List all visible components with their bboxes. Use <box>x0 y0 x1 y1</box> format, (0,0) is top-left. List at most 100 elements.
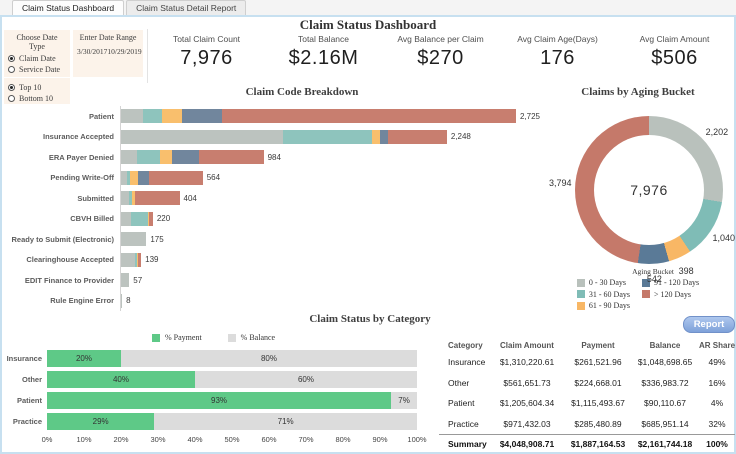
report-button[interactable]: Report <box>683 316 735 333</box>
claim-code-bar-zone: 57 <box>120 270 542 291</box>
claim-code-bar[interactable] <box>121 273 130 288</box>
claim-code-bar[interactable] <box>121 109 516 124</box>
category-bar[interactable]: 93% 7% <box>47 392 417 409</box>
category-bar[interactable]: 40% 60% <box>47 371 417 388</box>
bar-segment-0-30-days[interactable] <box>121 109 143 124</box>
radio-icon[interactable] <box>8 95 15 102</box>
top-bottom-filter: Top 10 Bottom 10 <box>4 78 70 104</box>
kpi-label: Total Balance <box>297 34 350 44</box>
claim-code-value: 984 <box>267 152 281 162</box>
bar-segment-61-90-days[interactable] <box>161 109 182 124</box>
bar-segment-0-30-days[interactable] <box>121 273 130 288</box>
bar-segment--balance[interactable]: 71% <box>154 413 417 430</box>
x-axis-tick: 20% <box>113 435 129 444</box>
radio-date-type-claim-date[interactable]: Claim Date <box>8 54 66 63</box>
bar-segment-0-30-days[interactable] <box>121 232 147 247</box>
table-cell-value: $1,310,220.61 <box>499 357 555 368</box>
table-cell-category: Summary <box>448 438 487 449</box>
bar-segment--120-days[interactable] <box>134 191 180 206</box>
radio-top-bottom-top-10[interactable]: Top 10 <box>8 83 66 92</box>
radio-icon[interactable] <box>8 66 15 73</box>
bar-segment-61-90-days[interactable] <box>372 129 381 144</box>
table-row[interactable]: Other $561,651.73 $224,668.01 $336,983.72 16… <box>439 373 735 394</box>
legend-item-0-30-days[interactable]: 0 - 30 Days <box>576 278 630 287</box>
donut-slice-value: 542 <box>646 273 662 284</box>
claim-code-label: EDIT Finance to Provider <box>24 275 114 285</box>
legend-item--payment[interactable]: % Payment <box>152 333 202 342</box>
radio-date-type-service-date[interactable]: Service Date <box>8 65 66 74</box>
claim-code-bar[interactable] <box>121 232 147 247</box>
table-row[interactable]: Insurance $1,310,220.61 $261,521.96 $1,048,… <box>439 352 735 373</box>
legend-item-61-90-days[interactable]: 61 - 90 Days <box>576 301 630 310</box>
bar-segment-0-30-days[interactable] <box>121 191 129 206</box>
claim-code-bar[interactable] <box>121 170 203 185</box>
bar-segment--120-days[interactable] <box>199 150 264 165</box>
bar-segment--120-days[interactable] <box>222 109 516 124</box>
bar-segment-31-60-days[interactable] <box>283 129 373 144</box>
bar-segment-0-30-days[interactable] <box>121 150 137 165</box>
bar-segment--120-days[interactable] <box>149 211 153 226</box>
tab-claim-status-dashboard[interactable]: Claim Status Dashboard <box>12 0 125 15</box>
radio-top-bottom-bottom-10[interactable]: Bottom 10 <box>8 94 66 103</box>
bar-segment-0-30-days[interactable] <box>121 211 132 226</box>
bar-segment--120-days[interactable] <box>148 170 203 185</box>
tab-claim-status-detail-report[interactable]: Claim Status Detail Report <box>126 0 247 15</box>
kpi-label: Total Claim Count <box>172 34 241 44</box>
bar-segment--120-days[interactable] <box>137 252 142 267</box>
bar-segment--120-days[interactable] <box>387 129 447 144</box>
legend-label: % Payment <box>165 333 202 342</box>
legend-item--120-days[interactable]: > 120 Days <box>642 290 699 299</box>
category-bar[interactable]: 29% 71% <box>47 413 417 430</box>
claim-code-bar[interactable] <box>121 211 153 226</box>
aging-bucket-donut[interactable]: 7,976 <box>575 116 723 264</box>
bar-segment--payment[interactable]: 93% <box>47 392 392 409</box>
radio-label: Claim Date <box>19 53 56 63</box>
bar-segment--payment[interactable]: 40% <box>47 371 195 388</box>
claim-code-bar[interactable] <box>121 191 180 206</box>
bar-segment-0-30-days[interactable] <box>121 293 123 308</box>
claim-code-bar[interactable] <box>121 150 264 165</box>
bar-segment-91-120-days[interactable] <box>380 129 388 144</box>
bar-segment-91-120-days[interactable] <box>181 109 223 124</box>
category-row: Practice 29% 71% <box>2 411 439 432</box>
radio-label: Bottom 10 <box>19 94 54 103</box>
radio-icon[interactable] <box>8 54 15 62</box>
claim-code-label: CBVH Billed <box>70 214 114 224</box>
table-cell-value: $2,161,744.18 <box>637 438 693 449</box>
claim-code-bar[interactable] <box>121 129 447 144</box>
date-range-end[interactable]: 10/29/2019 <box>107 47 141 56</box>
bar-segment-31-60-days[interactable] <box>142 109 162 124</box>
bar-segment-0-30-days[interactable] <box>121 252 135 267</box>
bar-segment--balance[interactable]: 60% <box>195 371 417 388</box>
category-bar[interactable]: 20% 80% <box>47 350 417 367</box>
bar-segment--payment[interactable]: 20% <box>47 350 121 367</box>
table-cell-value: $1,115,493.67 <box>571 398 625 409</box>
bar-segment--payment[interactable]: 29% <box>47 413 155 430</box>
donut-slice-value: 2,202 <box>705 127 729 138</box>
table-row[interactable]: Patient $1,205,604.34 $1,115,493.67 $90,110… <box>439 393 735 414</box>
radio-icon[interactable] <box>8 83 15 91</box>
aging-bucket-legend: Aging Bucket 0 - 30 Days 31 - 60 Days 61 -… <box>542 267 734 313</box>
claim-code-bar[interactable] <box>121 293 123 308</box>
kpi-label: Avg Balance per Claim <box>397 34 484 44</box>
bar-segment--balance[interactable]: 7% <box>391 392 417 409</box>
legend-item--balance[interactable]: % Balance <box>227 333 275 342</box>
table-cell-value: $336,983.72 <box>641 377 689 388</box>
claim-code-bar[interactable] <box>121 252 142 267</box>
bar-segment--balance[interactable]: 80% <box>121 350 417 367</box>
bar-segment-91-120-days[interactable] <box>171 150 200 165</box>
date-type-filter-label: Choose Date Type <box>16 33 58 51</box>
bar-segment-61-90-days[interactable] <box>130 170 139 185</box>
bar-segment-31-60-days[interactable] <box>131 211 148 226</box>
bar-segment-31-60-days[interactable] <box>136 150 161 165</box>
legend-item-31-60-days[interactable]: 31 - 60 Days <box>576 290 630 299</box>
table-row[interactable]: Practice $971,432.03 $285,480.89 $685,951.1… <box>439 414 735 435</box>
claim-code-value: 8 <box>126 296 131 306</box>
x-axis-tick: 100% <box>407 435 427 444</box>
bar-segment-0-30-days[interactable] <box>121 129 284 144</box>
bar-segment-61-90-days[interactable] <box>160 150 172 165</box>
bar-segment-91-120-days[interactable] <box>138 170 149 185</box>
claim-code-row: Submitted 404 <box>2 188 542 209</box>
date-type-filter: Choose Date Type Claim Date Service Date <box>4 30 70 77</box>
date-range-start[interactable]: 3/30/2017 <box>77 47 107 56</box>
